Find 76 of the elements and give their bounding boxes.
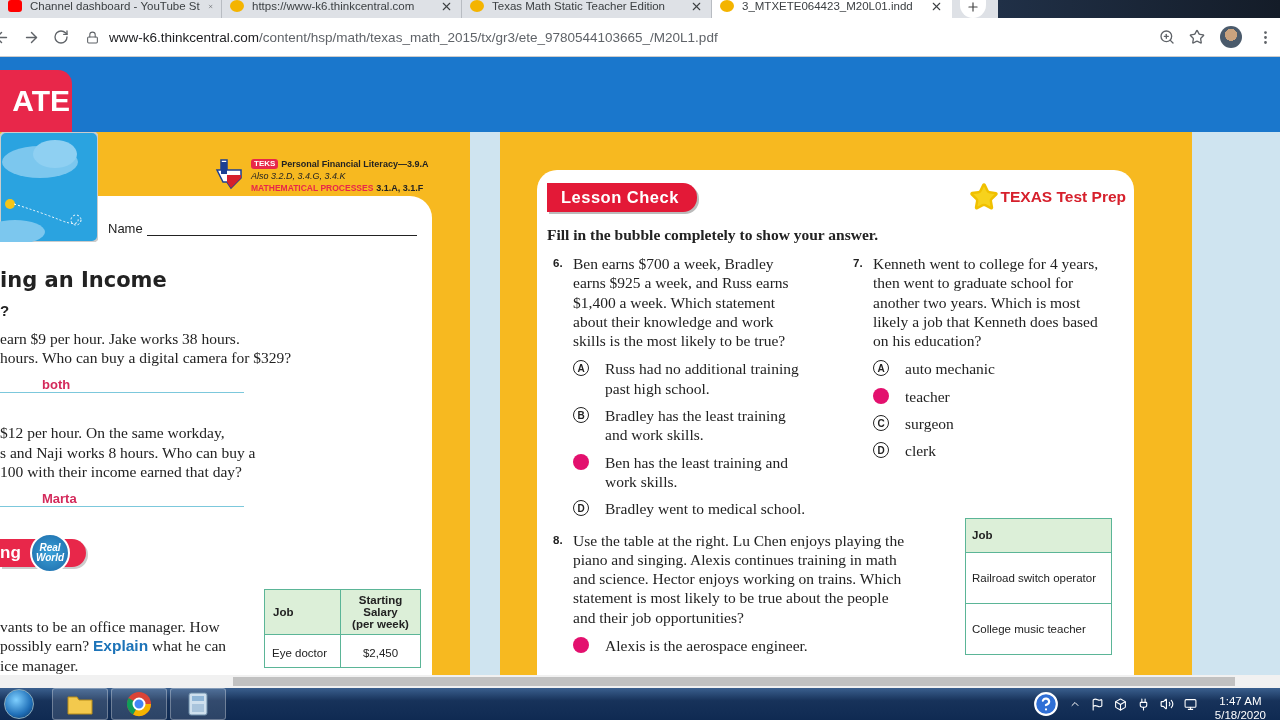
browser-taskbar-icon[interactable]: [111, 688, 167, 720]
volume-icon[interactable]: [1159, 697, 1174, 711]
question-text: Ben earns $700 a week, Bradley earns $925 a week, and Russ earns $1,400 a week. Which statement about their knowledge and work skills is the most likely to be true?: [573, 254, 789, 351]
question-text: Use the table at the right. Lu Chen enjoys playing the piano and singing. Alexis continues training in math and science. Hector enjoys working on trains. Which statement is most likely to be true about the people and their job opportunities?: [573, 530, 905, 628]
test-prep-title: TEXAS Test Prep: [1000, 188, 1126, 206]
close-icon[interactable]: [690, 0, 703, 13]
lesson-check-banner: Lesson Check: [547, 182, 697, 212]
processes-label: MATHEMATICAL PROCESSES: [251, 182, 374, 194]
answer-choice: Bradley has the least training and work skills.: [605, 406, 786, 445]
real-world-badge: Real World: [30, 533, 70, 574]
answer-bubble: B: [573, 407, 589, 424]
problem-text: vants to be an office manager. How possibly earn? Explain what he can ice manager.: [0, 617, 227, 675]
texas-flag-icon: [213, 158, 245, 190]
favicon-icon: [470, 0, 484, 12]
close-icon[interactable]: [440, 0, 453, 13]
question-number: 8.: [553, 532, 564, 548]
scrollbar-thumb[interactable]: [233, 677, 1235, 686]
table-cell: College music teacher: [965, 603, 1112, 655]
question-number: 7.: [853, 256, 864, 271]
banner-badge: ATE: [0, 70, 72, 132]
teks-title: Personal Financial Literacy—3.9.A: [281, 158, 429, 170]
answer-line: Marta: [0, 485, 244, 508]
answer-choice: Ben has the least training and work skills.: [605, 452, 788, 492]
column-header: Job: [264, 589, 341, 635]
teks-also: Also 3.2.D, 3.4.G, 3.4.K: [251, 170, 347, 182]
answer-bubble: D: [873, 442, 889, 459]
url-text: www-k6.thinkcentral.com/content/hsp/math/texas_math_2015/tx/gr3/ete_9780544103665_/M20L1.pdf: [109, 29, 718, 45]
browser-tab[interactable]: 3_MTXETE064423_M20L01.indd: [712, 0, 952, 18]
problem-text: earn $9 per hour. Jake works 38 hours. hours. Who can buy a digital camera for $329?: [0, 328, 293, 368]
table-cell: Railroad switch operator: [965, 552, 1112, 604]
answer-choice: clerk: [905, 441, 936, 461]
new-tab-button[interactable]: [960, 0, 986, 18]
answer-bubble: A: [873, 360, 889, 377]
question-text: Kenneth went to college for 4 years, then went to graduate school for another two years. Which is most likely a job that Kenneth does based on his education?: [873, 254, 1099, 351]
answer-bubble: D: [573, 500, 589, 517]
answer-bubble: C: [873, 415, 889, 432]
answer-choice: surgeon: [905, 414, 954, 434]
close-icon[interactable]: [930, 0, 943, 13]
answer-choice: auto mechanic: [905, 359, 995, 379]
favicon-icon: [230, 0, 244, 12]
reload-icon[interactable]: [53, 29, 69, 45]
processes-value: 3.1.A, 3.1.F: [376, 182, 424, 194]
lesson-heading: ing an Income: [0, 267, 168, 292]
lock-icon: [86, 30, 99, 44]
box-icon[interactable]: [1113, 697, 1127, 711]
zoom-icon[interactable]: [1159, 29, 1175, 45]
star-icon: [968, 182, 999, 212]
flag-icon[interactable]: [1090, 697, 1104, 711]
start-button[interactable]: [4, 689, 34, 719]
question-number: 6.: [553, 256, 564, 271]
column-header: Starting Salary (per week): [340, 589, 421, 635]
table-cell: Eye doctor: [264, 634, 341, 668]
clock[interactable]: 1:47 AM 5/18/2020: [1214, 694, 1266, 720]
answer-choice: teacher: [905, 386, 950, 407]
avatar[interactable]: [1220, 26, 1242, 48]
instruction-text: Fill in the bubble completely to show your answer.: [547, 226, 880, 244]
column-header: Job: [965, 518, 1112, 553]
problem-text: $12 per hour. On the same workday, s and Naji works 8 hours. Who can buy a 100 with their income earned that day?: [0, 423, 257, 482]
answer-line: both: [0, 371, 244, 394]
subheading: ?: [0, 301, 11, 319]
plus-icon[interactable]: [966, 0, 980, 14]
monitor-icon[interactable]: [1183, 697, 1197, 711]
answer-choice: Bradley went to medical school.: [605, 499, 806, 519]
name-label: Name: [108, 220, 143, 236]
favicon-icon: [8, 0, 22, 12]
address-field[interactable]: www-k6.thinkcentral.com/content/hsp/math/texas_math_2015/tx/gr3/ete_9780544103665_/M20L1.pdf: [76, 22, 1152, 52]
answer-choice: Alexis is the aerospace engineer.: [605, 636, 808, 656]
answer-choice: Russ had no additional training past high school.: [605, 359, 799, 399]
folder-taskbar-icon[interactable]: [52, 688, 108, 720]
star-icon[interactable]: [1189, 29, 1205, 45]
help-icon[interactable]: [1032, 691, 1059, 717]
favicon-icon: [720, 0, 734, 12]
table-cell: $2,450: [340, 634, 421, 668]
calculator-taskbar-icon[interactable]: [170, 688, 226, 720]
answer-bubble: A: [573, 360, 589, 377]
teks-badge: TEKS: [251, 159, 279, 169]
